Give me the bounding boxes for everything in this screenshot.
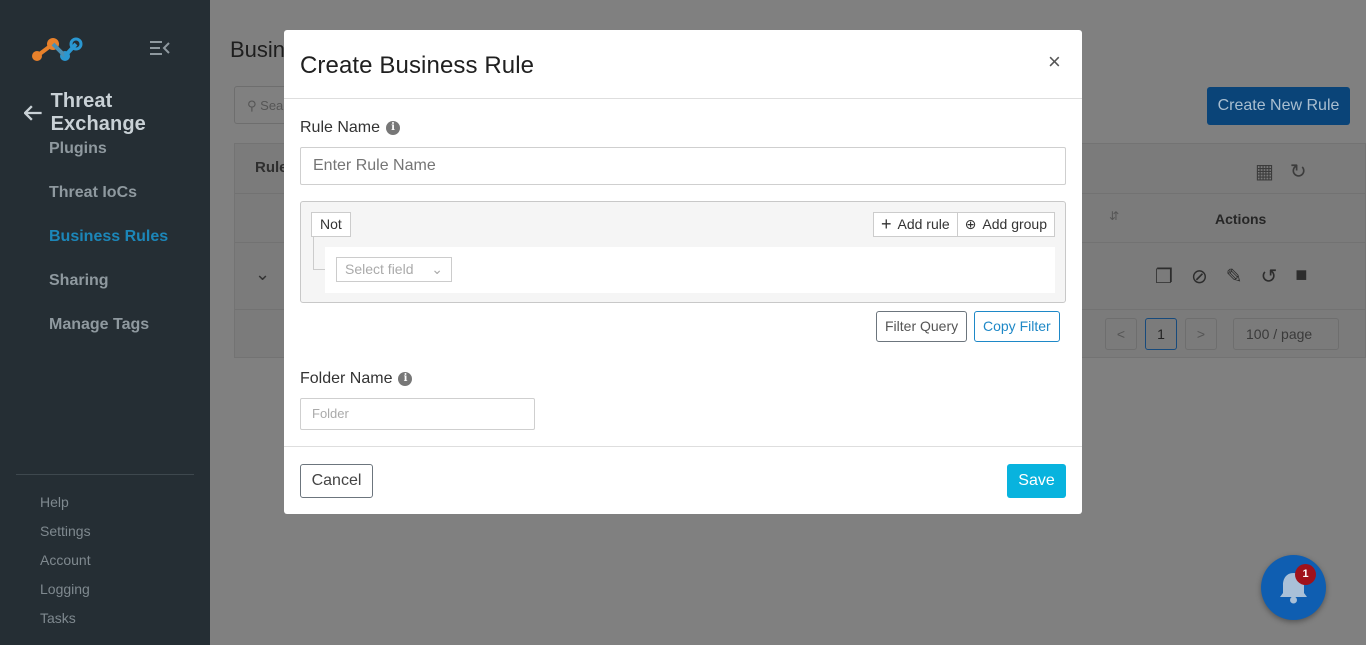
sidebar-item-business-rules[interactable]: Business Rules [49, 228, 168, 272]
sync-icon[interactable]: ↺ [1260, 264, 1277, 289]
search-icon: ⚲ [247, 98, 257, 113]
prev-page-button[interactable]: < [1105, 318, 1137, 350]
sidebar-bottom-nav: Help Settings Account Logging Tasks [40, 494, 91, 639]
query-rule: Select field ⌄ [325, 247, 1055, 293]
select-field-placeholder: Select field [345, 261, 414, 277]
app-logo-icon[interactable] [31, 36, 83, 62]
create-new-rule-button[interactable]: Create New Rule [1207, 87, 1350, 125]
sidebar-item-account[interactable]: Account [40, 552, 91, 581]
not-toggle-button[interactable]: Not [311, 212, 351, 237]
back-nav[interactable]: Threat Exchange [24, 90, 210, 136]
close-icon[interactable]: × [1048, 49, 1061, 75]
page-title: Busin [230, 37, 286, 62]
add-rule-label: Add rule [897, 216, 950, 232]
modal-title: Create Business Rule [300, 52, 535, 79]
notification-button[interactable]: 1 [1261, 555, 1326, 620]
folder-label-row: Folder Name i [300, 370, 413, 388]
sidebar-item-tasks[interactable]: Tasks [40, 610, 91, 639]
grid-view-icon[interactable]: ▦ [1255, 159, 1274, 184]
table-title: Rule [255, 159, 288, 176]
next-page-button[interactable]: > [1185, 318, 1217, 350]
edit-icon[interactable]: ✎ [1226, 264, 1243, 289]
rule-name-label-row: Rule Name i [300, 119, 401, 137]
row-actions: ❐ ⊘ ✎ ↺ ■ [1155, 264, 1307, 289]
section-title: Threat Exchange [50, 90, 146, 135]
sidebar-item-logging[interactable]: Logging [40, 581, 91, 610]
sidebar-item-settings[interactable]: Settings [40, 523, 91, 552]
refresh-icon[interactable]: ↻ [1290, 159, 1307, 184]
collapse-menu-icon[interactable] [150, 40, 170, 56]
rule-name-input[interactable] [300, 147, 1066, 185]
info-icon[interactable]: i [398, 372, 413, 386]
arrow-left-icon [24, 105, 42, 121]
sidebar-item-help[interactable]: Help [40, 494, 91, 523]
query-builder-actions: + Add rule ⊕ Add group [872, 212, 1055, 237]
page-number-button[interactable]: 1 [1145, 318, 1177, 350]
create-business-rule-modal: Create Business Rule × Rule Name i Not +… [284, 30, 1082, 514]
delete-icon[interactable]: ■ [1295, 264, 1307, 289]
actions-column-header: Actions [1215, 211, 1267, 227]
sidebar-item-manage-tags[interactable]: Manage Tags [49, 316, 168, 360]
disable-icon[interactable]: ⊘ [1191, 264, 1208, 289]
add-group-label: Add group [982, 216, 1047, 232]
page-size-select[interactable]: 100 / page [1233, 318, 1339, 350]
filter-query-button[interactable]: Filter Query [876, 311, 968, 342]
save-button[interactable]: Save [1007, 464, 1066, 498]
info-icon[interactable]: i [386, 121, 401, 135]
modal-footer: Cancel Save [284, 446, 1082, 514]
add-group-button[interactable]: ⊕ Add group [957, 212, 1055, 237]
sidebar-item-sharing[interactable]: Sharing [49, 272, 168, 316]
select-field-dropdown[interactable]: Select field ⌄ [336, 257, 452, 282]
rule-connector [313, 237, 325, 270]
pagination: < 1 > 100 / page [1105, 318, 1339, 350]
add-rule-button[interactable]: + Add rule [872, 212, 958, 237]
sidebar-item-plugins[interactable]: Plugins [49, 140, 168, 184]
folder-select[interactable]: Folder [300, 398, 535, 430]
sidebar: Threat Exchange Plugins Threat IoCs Busi… [0, 0, 210, 645]
plus-icon: + [880, 214, 892, 234]
folder-name-label: Folder Name [300, 370, 393, 387]
rule-name-label: Rule Name [300, 119, 381, 136]
bell-icon [1280, 573, 1307, 604]
cancel-button[interactable]: Cancel [300, 464, 373, 498]
chevron-down-icon: ⌄ [431, 261, 443, 277]
table-tools: ▦ ↻ [1255, 159, 1307, 184]
copy-icon[interactable]: ❐ [1155, 264, 1173, 289]
sort-icon[interactable]: ⇵ [1109, 209, 1119, 223]
query-builder: Not + Add rule ⊕ Add group Select field … [300, 201, 1066, 303]
expand-row-icon[interactable]: ⌄ [255, 264, 270, 285]
modal-header: Create Business Rule × [284, 30, 1082, 99]
notification-badge: 1 [1295, 564, 1316, 585]
search-placeholder: Sea [260, 98, 284, 113]
copy-filter-button[interactable]: Copy Filter [974, 311, 1060, 342]
sidebar-nav: Plugins Threat IoCs Business Rules Shari… [49, 140, 168, 360]
sidebar-divider [16, 474, 194, 475]
sidebar-item-threat-iocs[interactable]: Threat IoCs [49, 184, 168, 228]
plus-circle-icon: ⊕ [964, 216, 977, 232]
